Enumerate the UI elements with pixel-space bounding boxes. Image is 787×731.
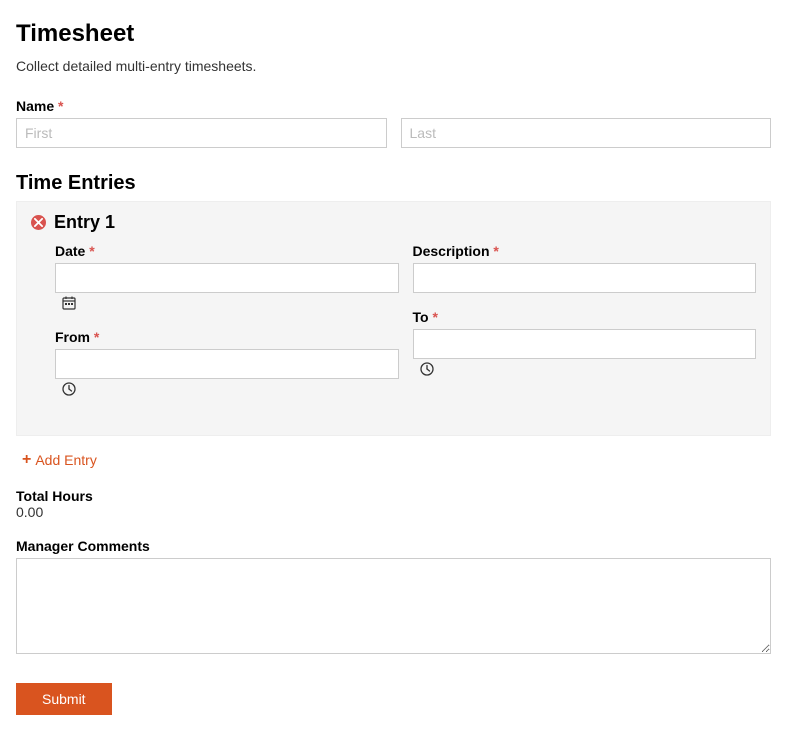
- plus-icon: +: [22, 452, 31, 468]
- entry-panel: Entry 1 Date * From *: [16, 201, 771, 436]
- page-subtitle: Collect detailed multi-entry timesheets.: [16, 58, 771, 74]
- comments-label: Manager Comments: [16, 538, 771, 554]
- from-input[interactable]: [55, 349, 399, 379]
- remove-entry-button[interactable]: [31, 215, 46, 230]
- first-name-input[interactable]: [16, 118, 387, 148]
- submit-button[interactable]: Submit: [16, 683, 112, 715]
- comments-textarea[interactable]: [16, 558, 771, 654]
- to-input[interactable]: [413, 329, 757, 359]
- entry-title: Entry 1: [54, 212, 115, 233]
- description-input[interactable]: [413, 263, 757, 293]
- date-label: Date *: [55, 243, 399, 259]
- total-hours-value: 0.00: [16, 504, 771, 520]
- date-input[interactable]: [55, 263, 399, 293]
- calendar-icon[interactable]: [59, 293, 79, 313]
- add-entry-button[interactable]: + Add Entry: [22, 452, 97, 468]
- last-name-input[interactable]: [401, 118, 772, 148]
- add-entry-label: Add Entry: [35, 452, 96, 468]
- page-title: Timesheet: [16, 20, 771, 48]
- close-icon: [34, 218, 43, 227]
- from-label: From *: [55, 329, 399, 345]
- name-label: Name *: [16, 98, 771, 114]
- to-label: To *: [413, 309, 757, 325]
- description-label: Description *: [413, 243, 757, 259]
- clock-icon[interactable]: [59, 379, 79, 399]
- required-marker: *: [58, 98, 63, 114]
- time-entries-heading: Time Entries: [16, 172, 771, 195]
- total-hours-label: Total Hours: [16, 488, 771, 504]
- clock-icon[interactable]: [417, 359, 437, 379]
